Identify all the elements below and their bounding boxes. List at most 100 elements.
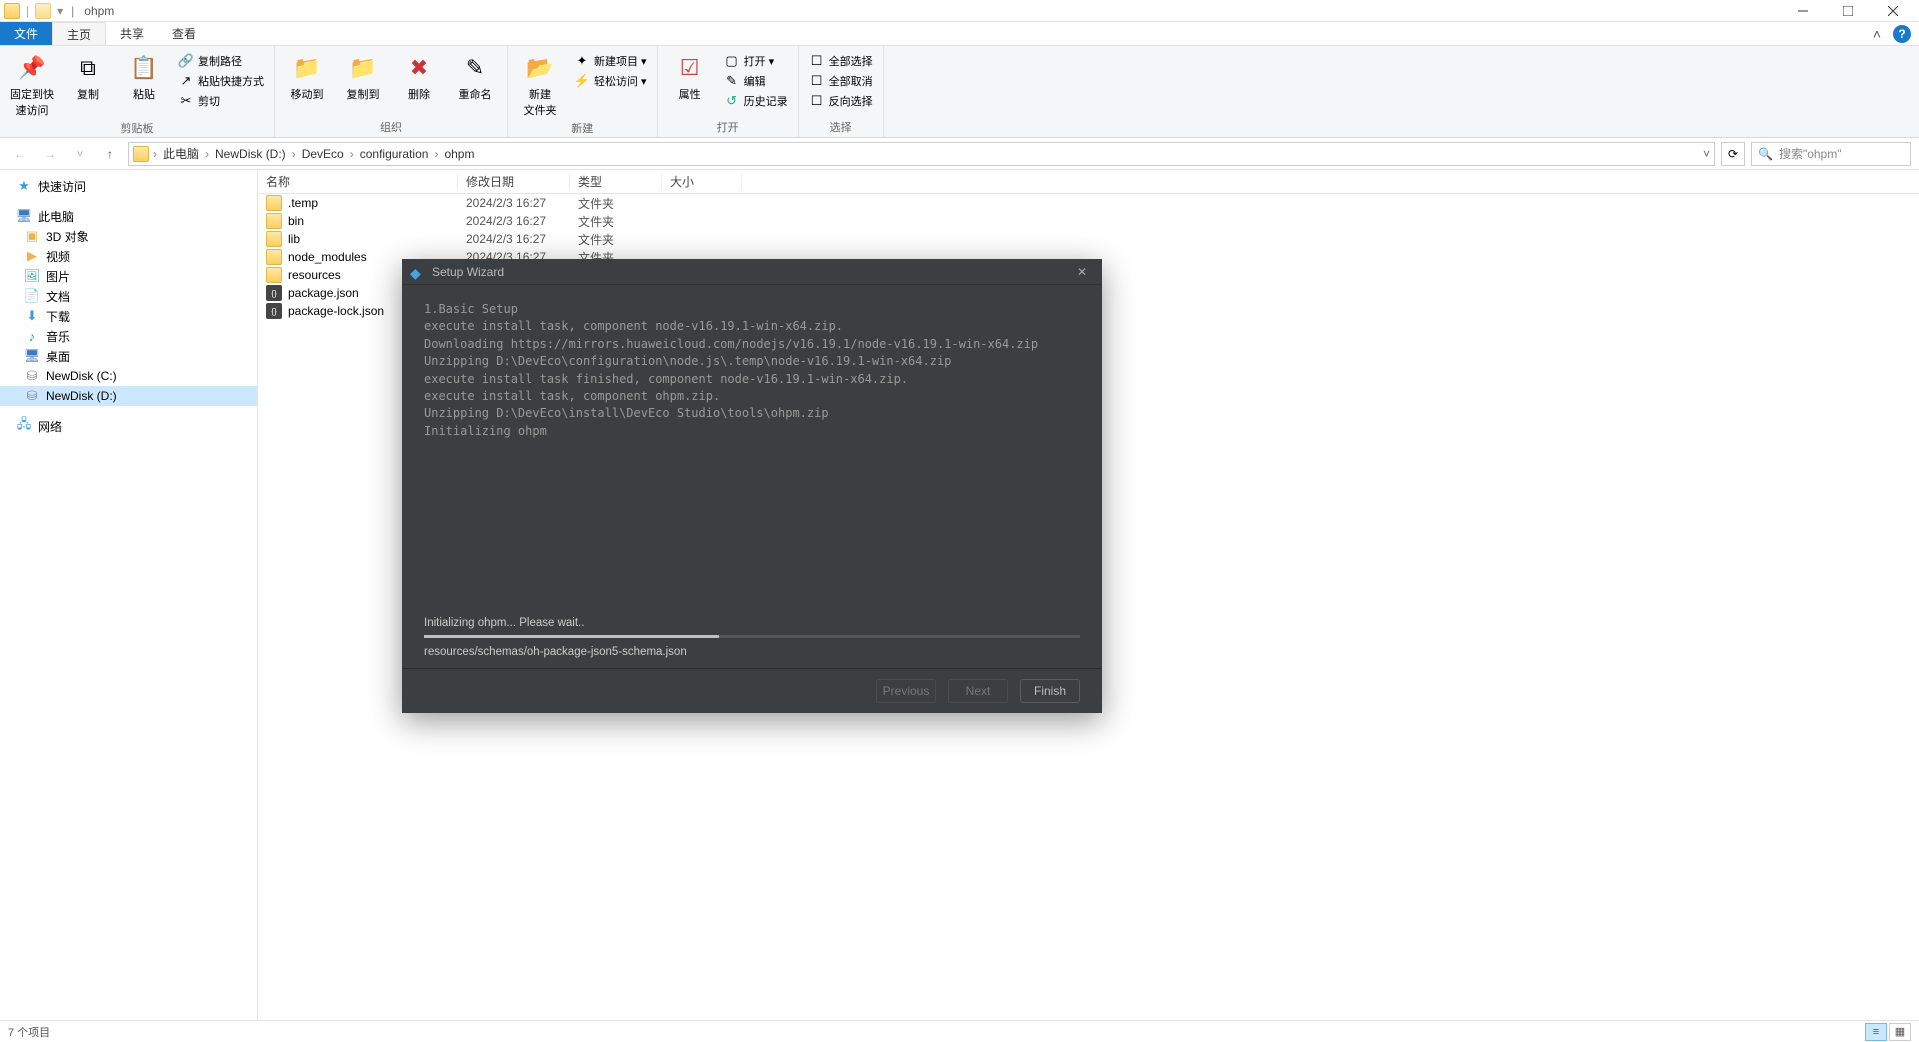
previous-button[interactable]: Previous	[876, 679, 936, 703]
sidebar-downloads[interactable]: ⬇下载	[0, 306, 257, 326]
breadcrumb-item[interactable]: 此电脑	[161, 145, 201, 162]
address-bar[interactable]: › 此电脑 › NewDisk (D:) › DevEco › configur…	[128, 142, 1715, 166]
sidebar-quick-access[interactable]: ★快速访问	[0, 176, 257, 196]
item-count: 7 个项目	[8, 1024, 50, 1040]
rename-button[interactable]: ✎重命名	[451, 50, 499, 102]
paste-shortcut-button[interactable]: ↗粘贴快捷方式	[176, 72, 266, 90]
wizard-status-text: Initializing ohpm... Please wait..	[402, 615, 1102, 631]
history-button[interactable]: ↺历史记录	[722, 92, 790, 110]
select-none-button[interactable]: ☐全部取消	[807, 72, 875, 90]
properties-icon: ☑	[674, 52, 706, 84]
column-name[interactable]: 名称	[258, 173, 458, 190]
cut-button[interactable]: ✂剪切	[176, 92, 266, 110]
easy-access-button[interactable]: ⚡轻松访问 ▾	[572, 72, 649, 90]
easy-access-icon: ⚡	[574, 73, 590, 89]
refresh-button[interactable]: ⟳	[1721, 142, 1745, 166]
file-date: 2024/2/3 16:27	[458, 232, 570, 246]
chevron-right-icon: ›	[205, 147, 209, 161]
minimize-button[interactable]	[1780, 0, 1825, 22]
folder-icon	[133, 146, 149, 162]
wizard-progress-bar	[424, 635, 1080, 638]
copy-path-button[interactable]: 🔗复制路径	[176, 52, 266, 70]
details-view-button[interactable]: ≡	[1865, 1023, 1887, 1041]
finish-button[interactable]: Finish	[1020, 679, 1080, 703]
qat-dropdown-icon[interactable]: ▾	[57, 4, 63, 18]
back-button[interactable]: ←	[8, 142, 32, 166]
move-to-button[interactable]: 📁移动到	[283, 50, 331, 102]
up-button[interactable]: ↑	[98, 142, 122, 166]
open-icon: ▢	[724, 53, 740, 69]
forward-button[interactable]: →	[38, 142, 62, 166]
paste-button[interactable]: 📋粘贴	[120, 50, 168, 102]
wizard-close-button[interactable]: ✕	[1070, 265, 1094, 279]
sidebar-disk-c[interactable]: ⛁NewDisk (C:)	[0, 366, 257, 386]
file-name: .temp	[288, 196, 318, 210]
chevron-down-icon[interactable]: ˅	[1703, 147, 1710, 161]
new-folder-button[interactable]: 📂新建 文件夹	[516, 50, 564, 118]
sidebar-network[interactable]: 🖧网络	[0, 416, 257, 436]
breadcrumb-item[interactable]: NewDisk (D:)	[213, 147, 288, 161]
sidebar-disk-d[interactable]: ⛁NewDisk (D:)	[0, 386, 257, 406]
file-name: package-lock.json	[288, 304, 384, 318]
copy-to-button[interactable]: 📁复制到	[339, 50, 387, 102]
address-bar-row: ← → ˅ ↑ › 此电脑 › NewDisk (D:) › DevEco › …	[0, 138, 1919, 170]
disk-icon: ⛁	[24, 368, 40, 384]
pin-icon: 📌	[16, 52, 48, 84]
folder-icon	[266, 249, 282, 265]
folder-icon	[266, 267, 282, 283]
column-type[interactable]: 类型	[570, 173, 662, 190]
sidebar-pictures[interactable]: 🖼图片	[0, 266, 257, 286]
column-date[interactable]: 修改日期	[458, 173, 570, 190]
column-size[interactable]: 大小	[662, 173, 742, 190]
group-label: 组织	[283, 117, 499, 135]
file-row[interactable]: lib2024/2/3 16:27文件夹	[258, 230, 1919, 248]
breadcrumb-item[interactable]: DevEco	[300, 147, 346, 161]
next-button[interactable]: Next	[948, 679, 1008, 703]
new-item-icon: ✦	[574, 53, 590, 69]
sidebar-this-pc[interactable]: 🖥此电脑	[0, 206, 257, 226]
delete-button[interactable]: ✖删除	[395, 50, 443, 102]
file-row[interactable]: .temp2024/2/3 16:27文件夹	[258, 194, 1919, 212]
edit-button[interactable]: ✎编辑	[722, 72, 790, 90]
folder-icon	[266, 213, 282, 229]
pin-button[interactable]: 📌固定到快 速访问	[8, 50, 56, 118]
status-bar: 7 个项目 ≡ ▦	[0, 1020, 1919, 1042]
close-button[interactable]	[1870, 0, 1915, 22]
sidebar-videos[interactable]: ▶视频	[0, 246, 257, 266]
tab-file[interactable]: 文件	[0, 22, 52, 45]
icons-view-button[interactable]: ▦	[1889, 1023, 1911, 1041]
select-all-button[interactable]: ☐全部选择	[807, 52, 875, 70]
new-item-button[interactable]: ✦新建项目 ▾	[572, 52, 649, 70]
ribbon-collapse-icon[interactable]: ˄	[1873, 26, 1881, 42]
file-name: node_modules	[288, 250, 367, 264]
help-icon[interactable]: ?	[1893, 25, 1911, 43]
search-input[interactable]: 🔍 搜索"ohpm"	[1751, 142, 1911, 166]
sidebar-desktop[interactable]: 🖥桌面	[0, 346, 257, 366]
file-row[interactable]: bin2024/2/3 16:27文件夹	[258, 212, 1919, 230]
copy-button[interactable]: ⧉复制	[64, 50, 112, 102]
window-controls	[1780, 0, 1915, 22]
wizard-footer: Previous Next Finish	[402, 669, 1102, 713]
invert-selection-button[interactable]: ☐反向选择	[807, 92, 875, 110]
folder-icon	[266, 231, 282, 247]
sidebar-documents[interactable]: 📄文档	[0, 286, 257, 306]
tab-share[interactable]: 共享	[106, 22, 158, 45]
edit-icon: ✎	[724, 73, 740, 89]
tab-view[interactable]: 查看	[158, 22, 210, 45]
breadcrumb-item[interactable]: configuration	[358, 147, 431, 161]
file-date: 2024/2/3 16:27	[458, 196, 570, 210]
open-button[interactable]: ▢打开 ▾	[722, 52, 790, 70]
sidebar-3d-objects[interactable]: ▣3D 对象	[0, 226, 257, 246]
select-all-icon: ☐	[809, 53, 825, 69]
properties-button[interactable]: ☑属性	[666, 50, 714, 102]
file-name: package.json	[288, 286, 359, 300]
tab-home[interactable]: 主页	[52, 22, 106, 45]
sidebar-music[interactable]: ♪音乐	[0, 326, 257, 346]
pc-icon: 🖥	[16, 208, 32, 224]
group-label: 新建	[516, 118, 649, 136]
breadcrumb-item[interactable]: ohpm	[442, 147, 476, 161]
disk-icon: ⛁	[24, 388, 40, 404]
window-title: ohpm	[84, 4, 114, 18]
recent-dropdown[interactable]: ˅	[68, 142, 92, 166]
maximize-button[interactable]	[1825, 0, 1870, 22]
